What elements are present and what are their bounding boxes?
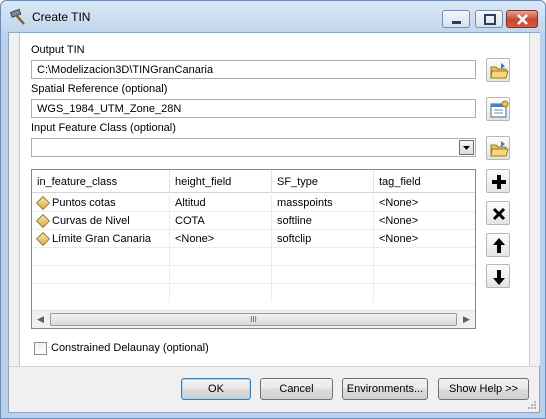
close-button[interactable] <box>506 10 538 28</box>
open-folder-icon <box>490 63 509 79</box>
horizontal-scrollbar[interactable]: ◀ III ▶ <box>32 310 475 328</box>
remove-row-button[interactable] <box>486 201 510 225</box>
spatial-reference-field[interactable]: WGS_1984_UTM_Zone_28N <box>31 99 476 118</box>
resize-grip-icon[interactable] <box>527 400 537 410</box>
table-cell[interactable]: softclip <box>272 230 374 248</box>
move-down-button[interactable] <box>486 264 510 288</box>
x-icon <box>492 207 506 221</box>
feature-class-icon <box>35 231 51 247</box>
maximize-button[interactable] <box>475 10 503 28</box>
constrained-delaunay-label[interactable]: Constrained Delaunay (optional) <box>51 342 209 354</box>
table-cell[interactable]: masspoints <box>272 194 374 212</box>
browse-output-button[interactable] <box>486 58 510 82</box>
minimize-button[interactable] <box>442 10 470 28</box>
input-feature-class-label: Input Feature Class (optional) <box>31 122 176 134</box>
table-row[interactable]: Límite Gran Canaria <None> softclip <Non… <box>32 230 475 248</box>
output-tin-field[interactable]: C:\Modelizacion3D\TINGranCanaria <box>31 60 476 79</box>
dropdown-button[interactable] <box>459 140 474 155</box>
vertical-scrollbar[interactable] <box>530 33 540 366</box>
browse-input-button[interactable] <box>486 136 510 160</box>
input-features-table[interactable]: in_feature_class height_field SF_type ta… <box>31 169 476 329</box>
add-row-button[interactable] <box>486 169 510 193</box>
table-cell[interactable]: softline <box>272 212 374 230</box>
column-header[interactable]: SF_type <box>272 170 374 193</box>
spatial-reference-label: Spatial Reference (optional) <box>31 83 168 95</box>
spatial-reference-properties-button[interactable] <box>486 97 510 121</box>
table-cell[interactable]: <None> <box>374 194 475 212</box>
scroll-left-arrow-icon[interactable]: ◀ <box>32 311 49 328</box>
constrained-delaunay-checkbox[interactable] <box>34 342 47 355</box>
plus-icon <box>492 175 506 189</box>
column-header[interactable]: height_field <box>170 170 272 193</box>
scrollbar-thumb[interactable]: III <box>50 313 457 326</box>
feature-class-icon <box>35 195 51 211</box>
scroll-right-arrow-icon[interactable]: ▶ <box>458 311 475 328</box>
column-header[interactable]: in_feature_class <box>32 170 170 193</box>
show-help-button[interactable]: Show Help >> <box>438 378 529 400</box>
cell-text: Puntos cotas <box>52 197 116 209</box>
cell-text: Límite Gran Canaria <box>52 233 152 245</box>
arrow-down-icon <box>493 270 505 285</box>
table-cell[interactable]: COTA <box>170 212 272 230</box>
separator <box>9 366 539 367</box>
ok-button[interactable]: OK <box>181 378 251 400</box>
feature-class-icon <box>35 213 51 229</box>
table-cell[interactable]: Límite Gran Canaria <box>32 230 170 248</box>
window-title: Create TIN <box>32 10 91 24</box>
close-icon <box>517 14 528 25</box>
table-row[interactable]: Puntos cotas Altitud masspoints <None> <box>32 194 475 212</box>
table-header: in_feature_class height_field SF_type ta… <box>32 170 475 193</box>
arrow-up-icon <box>493 238 505 253</box>
table-cell[interactable]: Curvas de Nivel <box>32 212 170 230</box>
properties-icon <box>490 100 509 118</box>
cell-text: Curvas de Nivel <box>52 215 130 227</box>
minimize-icon <box>452 21 461 24</box>
dialog-body: Output TIN C:\Modelizacion3D\TINGranCana… <box>8 32 540 413</box>
table-row[interactable]: Curvas de Nivel COTA softline <None> <box>32 212 475 230</box>
empty-row <box>32 248 475 266</box>
table-cell[interactable]: <None> <box>374 230 475 248</box>
create-tin-dialog: Create TIN Output TIN C:\Modelizacion3D\… <box>0 0 546 419</box>
maximize-icon <box>484 14 496 25</box>
environments-button[interactable]: Environments... <box>342 378 428 400</box>
open-folder-icon <box>490 141 509 157</box>
move-up-button[interactable] <box>486 233 510 257</box>
column-header[interactable]: tag_field <box>374 170 475 193</box>
title-bar[interactable]: Create TIN <box>1 1 545 33</box>
hammer-icon <box>9 8 25 25</box>
chevron-down-icon <box>463 146 470 150</box>
table-cell[interactable]: Altitud <box>170 194 272 212</box>
cancel-button[interactable]: Cancel <box>260 378 333 400</box>
empty-row <box>32 284 475 302</box>
input-feature-class-combo[interactable] <box>31 138 476 157</box>
output-tin-label: Output TIN <box>31 44 85 56</box>
table-cell[interactable]: Puntos cotas <box>32 194 170 212</box>
table-cell[interactable]: <None> <box>170 230 272 248</box>
empty-row <box>32 266 475 284</box>
table-cell[interactable]: <None> <box>374 212 475 230</box>
